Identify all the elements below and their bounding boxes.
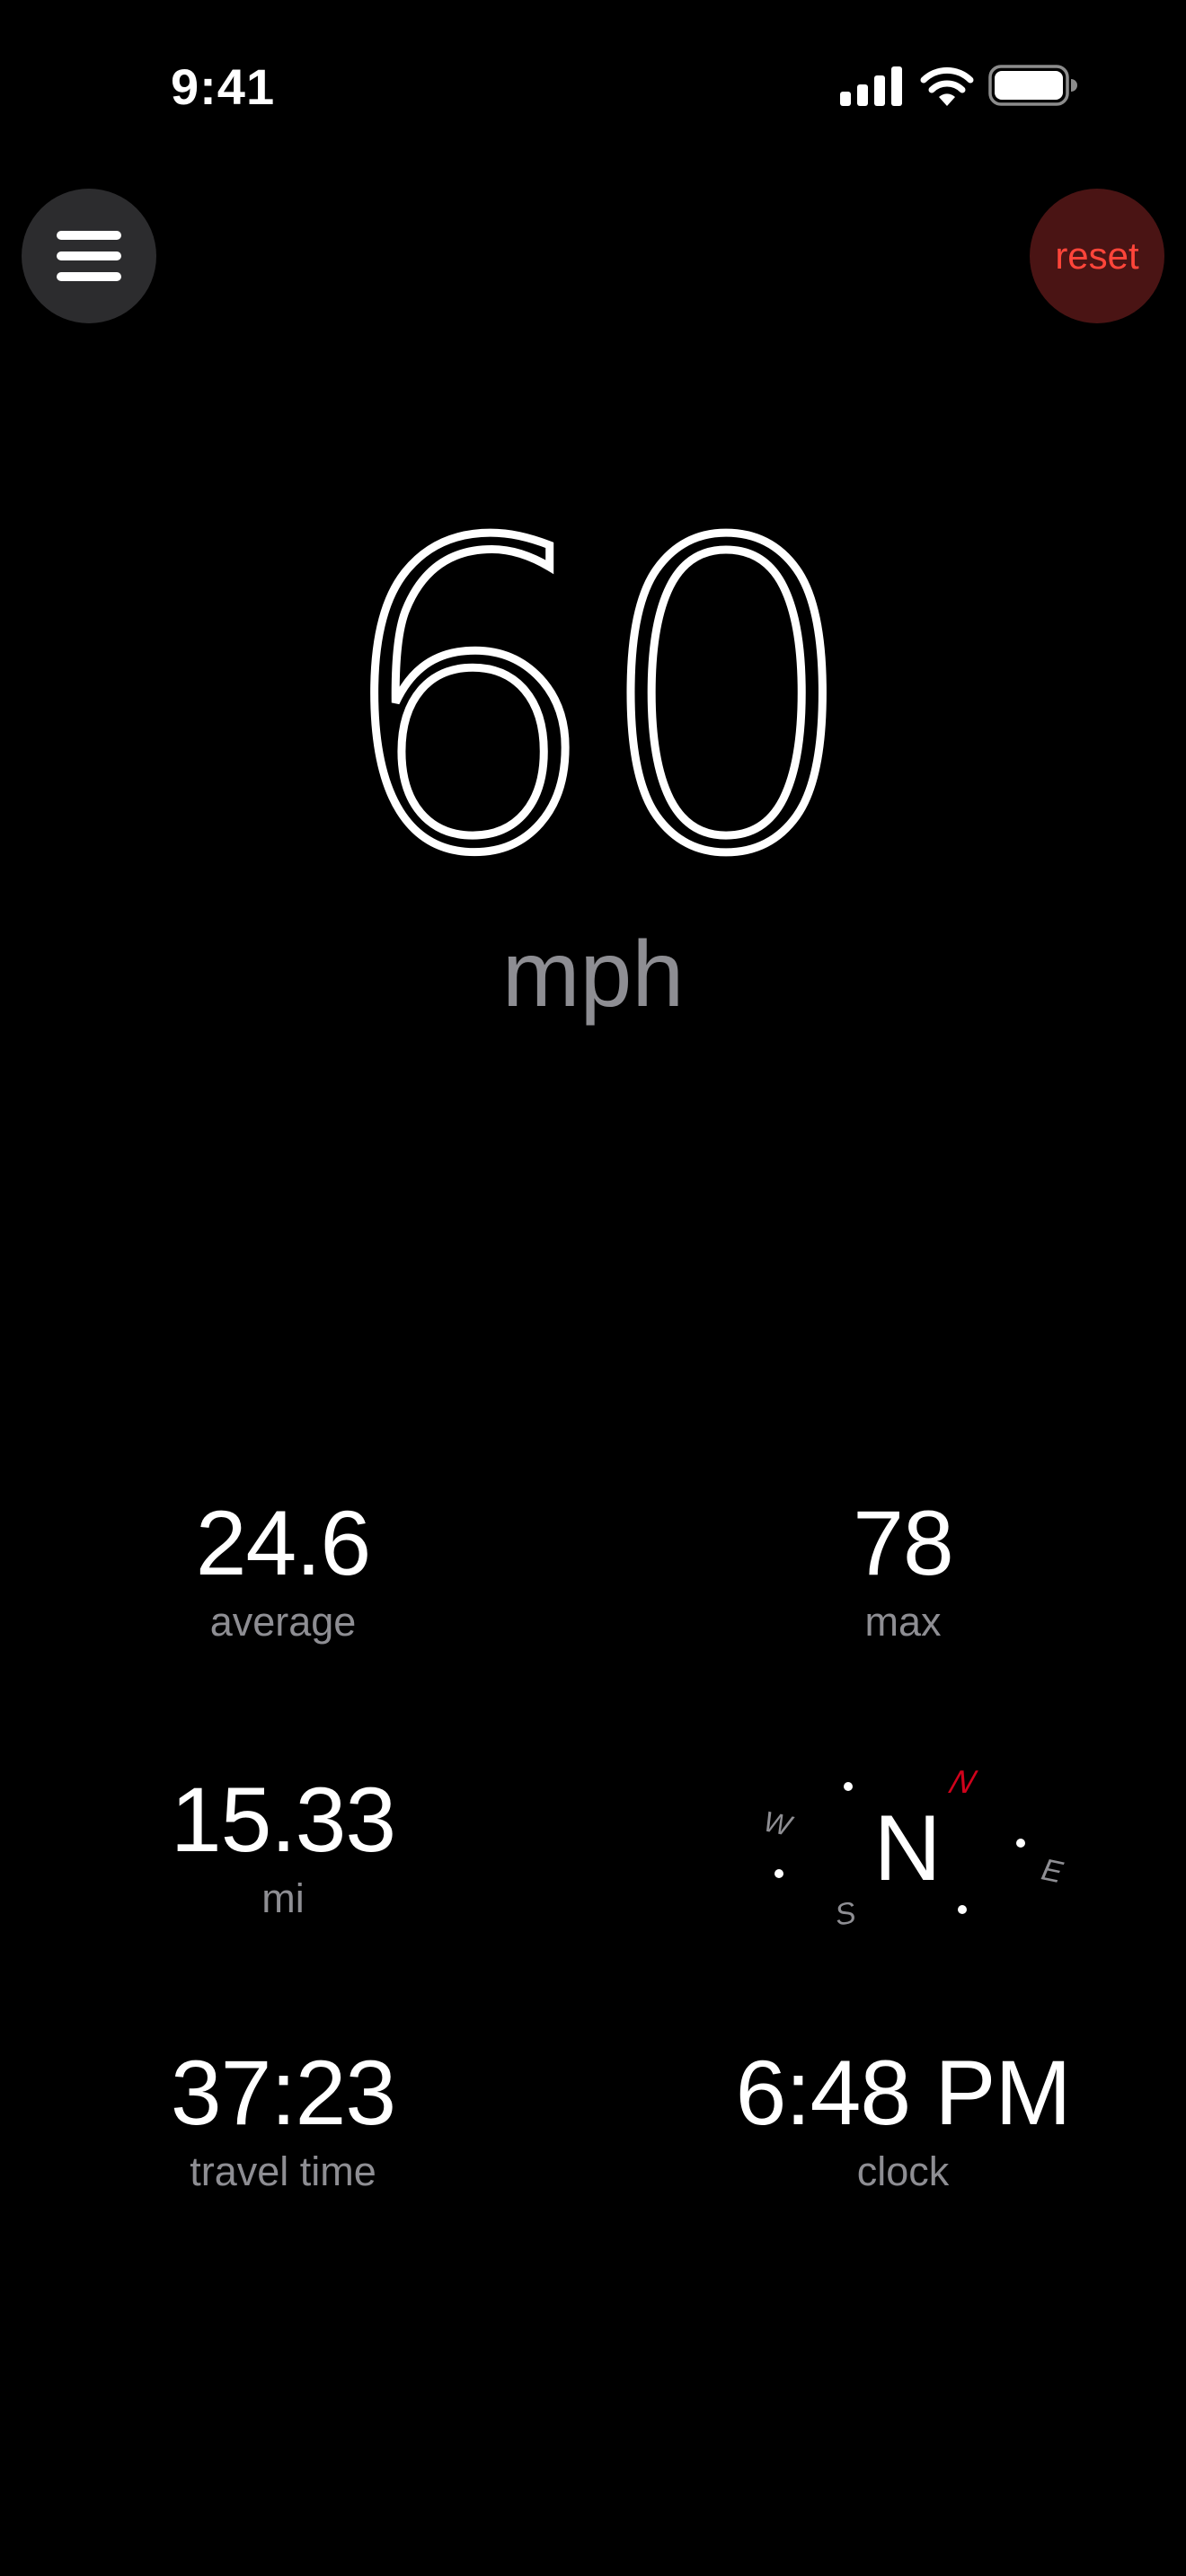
- max-speed-value: 78: [853, 1492, 953, 1594]
- status-bar-icons: [836, 63, 1078, 110]
- menu-button[interactable]: [22, 189, 156, 323]
- compass-heading: N: [873, 1796, 942, 1901]
- average-speed-value: 24.6: [195, 1492, 372, 1594]
- status-bar-time: 9:41: [171, 58, 276, 115]
- travel-time-stat: 37:23 travel time: [58, 2041, 508, 2199]
- wifi-icon: [920, 66, 974, 106]
- distance-unit-label: mi: [261, 1875, 305, 1921]
- battery-icon: [988, 65, 1077, 106]
- hamburger-menu-icon: [57, 231, 121, 281]
- cellular-signal-icon: [840, 66, 902, 106]
- compass: N E S W N: [746, 1760, 1069, 1958]
- distance-value: 15.33: [170, 1769, 396, 1871]
- travel-time-value: 37:23: [170, 2042, 396, 2144]
- average-speed-label: average: [209, 1599, 357, 1645]
- average-speed-stat: 24.6 average: [58, 1491, 508, 1649]
- speed-unit: mph: [501, 922, 685, 1027]
- clock-label: clock: [856, 2148, 950, 2194]
- clock-stat: 6:48 PM clock: [678, 2041, 1128, 2199]
- distance-stat: 15.33 mi: [58, 1768, 508, 1926]
- max-speed-label: max: [864, 1599, 942, 1645]
- max-speed-stat: 78 max: [678, 1491, 1128, 1649]
- clock-value: 6:48 PM: [735, 2042, 1072, 2144]
- travel-time-label: travel time: [190, 2148, 376, 2194]
- reset-button-label: reset: [1055, 234, 1139, 277]
- reset-button[interactable]: reset: [1030, 189, 1164, 323]
- compass-dot: [958, 1905, 967, 1914]
- current-speed: 60: [329, 454, 865, 946]
- compass-dot: [844, 1782, 853, 1791]
